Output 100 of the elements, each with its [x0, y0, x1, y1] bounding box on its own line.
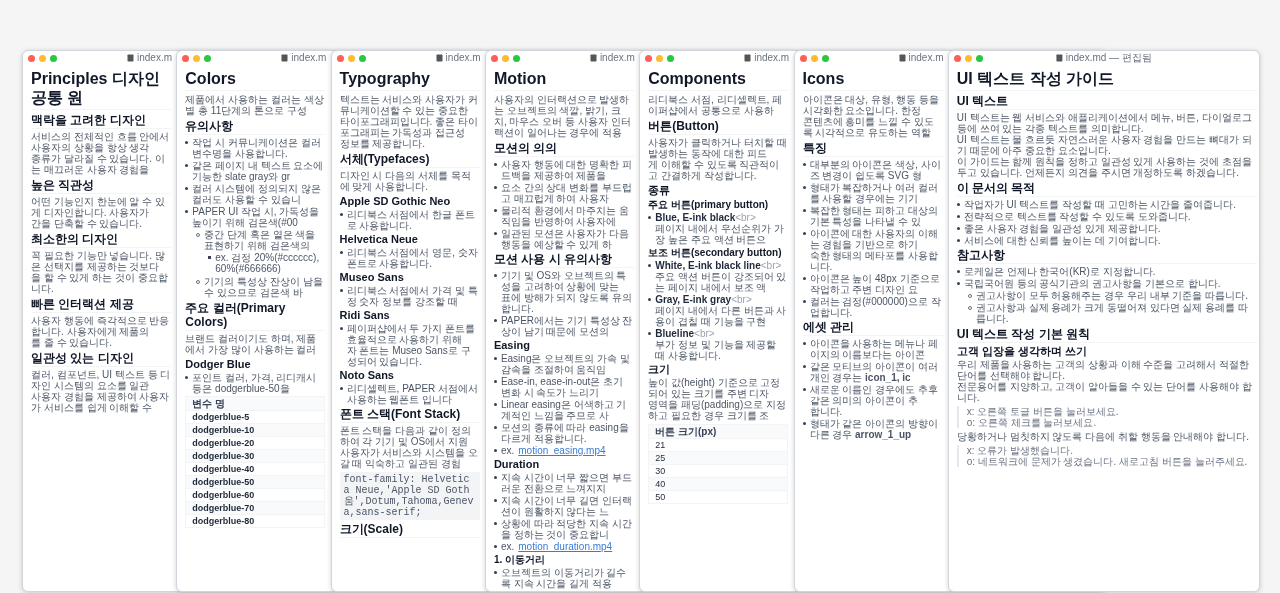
zoom-button[interactable]	[204, 54, 212, 62]
section-heading: UI 텍스트 작성 기본 원칙	[956, 327, 1257, 343]
table-cell: dodgerblue-5	[186, 410, 325, 423]
bullet-icon	[802, 422, 806, 425]
table-cell: 25	[649, 451, 788, 464]
bullet-icon	[802, 163, 806, 166]
list-item-text: PAPER에서는 기기 특성상 잔상이 남기 때문에 모션의	[500, 315, 634, 337]
close-button[interactable]	[799, 54, 807, 62]
zoom-button[interactable]	[821, 54, 829, 62]
close-button[interactable]	[336, 54, 344, 62]
list-item-text: Easing은 오브젝트의 가속 및 감속을 조절하여 움직임	[500, 353, 631, 375]
bullet-icon	[493, 545, 497, 548]
section-heading: 빠른 인터랙션 제공	[31, 297, 171, 313]
list-item-text: Blue, E-ink black<br> 페이지 내에서 우선순위가 가장 높은 주요 액션 버튼으	[655, 212, 785, 245]
bullet-icon	[493, 476, 497, 479]
subsection-heading: Apple SD Gothic Neo	[339, 195, 452, 208]
bullet-icon	[956, 203, 960, 206]
section-heading: 참고사항	[956, 248, 1257, 264]
window-title: index.m	[291, 52, 327, 64]
video-link[interactable]: motion_duration.mp4	[518, 541, 613, 552]
zoom-button[interactable]	[358, 54, 366, 62]
zoom-button[interactable]	[512, 54, 520, 62]
bullet-icon	[648, 332, 652, 335]
bullet-icon	[339, 289, 343, 292]
zoom-button[interactable]	[975, 54, 983, 62]
video-link[interactable]: motion_easing.mp4	[518, 445, 606, 456]
section-heading: 크기(Scale)	[339, 522, 480, 538]
minimize-button[interactable]	[39, 54, 46, 62]
bullet-icon	[493, 357, 497, 360]
list-item-text: 국립국어원 등의 공식기관의 권고사항을 기본으로 합니다.	[963, 278, 1222, 289]
paragraph: 컬러, 컴포넌트, UI 텍스트 등 디자인 시스템의 요소를 일관 사용자 경험을 제공하여 사용자가 서비스를 쉽게 이해할 수	[31, 369, 171, 413]
subsection-heading: Noto Sans	[339, 369, 395, 382]
close-button[interactable]	[182, 54, 190, 62]
list-item-text: 일관된 모션은 사용자가 다음 행동을 예상할 수 있게 하	[500, 228, 631, 250]
table-cell: 40	[649, 477, 788, 490]
subsection-heading: 1. 이동거리	[493, 554, 546, 566]
bullet-icon	[185, 210, 189, 213]
minimize-button[interactable]	[810, 54, 818, 62]
bullet-icon	[493, 163, 497, 166]
bullet-icon	[339, 327, 343, 330]
section-heading: 모션의 의의	[493, 141, 634, 157]
subsection-heading: 종류	[648, 184, 672, 197]
section-heading: 유의사항	[185, 119, 326, 135]
close-button[interactable]	[645, 54, 653, 62]
section-heading: 폰트 스택(Font Stack)	[339, 407, 480, 423]
list-item-text: 대부분의 아이콘은 색상, 사이즈 변경이 쉽도록 SVG 형	[809, 159, 942, 181]
zoom-button[interactable]	[50, 54, 57, 62]
bullet-icon	[493, 522, 497, 525]
bullet-icon	[493, 232, 497, 235]
section-heading: 맥락을 고려한 디자인	[31, 113, 171, 129]
bullet-icon	[185, 187, 189, 190]
table-cell: dodgerblue-50	[186, 475, 325, 488]
zoom-button[interactable]	[667, 54, 675, 62]
bullet-icon	[802, 209, 806, 212]
section-heading: 에셋 관리	[802, 320, 943, 336]
bullet-icon	[493, 449, 497, 452]
window-title: index.m	[445, 52, 481, 64]
bullet-icon	[493, 571, 497, 574]
list-item-text: 모션의 종류에 따라 easing을 다르게 적용합니다.	[500, 422, 630, 444]
minimize-button[interactable]	[347, 54, 355, 62]
bullet-icon	[493, 209, 497, 212]
paragraph: 서비스의 전체적인 흐름 안에서 사용자의 상황을 항상 생각 종류가 달라질 수 있습니다. 이는 매끄러운 사용자 경험을	[31, 131, 171, 175]
document-icon	[589, 54, 597, 62]
page-heading: Colors	[185, 69, 326, 91]
list-item-text: 형태가 같은 아이콘의 방향이 다른 경우 arrow_1_up	[809, 418, 939, 440]
list-item-text: 형태가 복잡하거나 여러 컬러를 사용할 경우에는 기기	[809, 182, 939, 204]
bullet-icon	[339, 387, 343, 390]
list-item-text: ex.	[500, 445, 515, 456]
close-button[interactable]	[28, 54, 35, 62]
window-title: index.m	[754, 52, 790, 64]
table-cell: dodgerblue-30	[186, 449, 325, 462]
list-item-text: 포인트 컬러, 가격, 리디캐시 등은 dodgerblue-50을	[192, 372, 318, 394]
paragraph: 아이콘은 대상, 유형, 행동 등을 시각화한 요소입니다. 한정 콘텐츠에 흥미를 느낄 수 있도록 시각적으로 유도하는 역할	[802, 94, 941, 138]
list-item-text: 지속 시간이 너무 길면 인터랙션이 원활하지 않다는 느	[500, 495, 633, 517]
minimize-button[interactable]	[193, 54, 201, 62]
bullet-icon	[339, 213, 343, 216]
list-item-text: 작업자가 UI 텍스트를 작성할 때 고민하는 시간을 줄여줍니다.	[963, 199, 1237, 210]
minimize-button[interactable]	[964, 54, 972, 62]
close-button[interactable]	[490, 54, 498, 62]
minimize-button[interactable]	[501, 54, 509, 62]
table-cell: dodgerblue-20	[186, 436, 325, 449]
list-item-text: 복잡한 형태는 피하고 대상의 기본 특성을 나타낼 수 있	[809, 205, 939, 227]
paragraph: 디자인 시 다음의 서체를 목적에 맞게 사용합니다.	[339, 170, 472, 192]
section-heading: 모션 사용 시 유의사항	[493, 252, 634, 268]
list-item-text: 오브젝트의 이동거리가 길수록 지속 시간을 길게 적용	[500, 567, 628, 589]
table-cell: 21	[649, 438, 788, 451]
quote-block: x: 오류가 발생했습니다. o: 네트워크에 문제가 생겼습니다. 새로고침 버튼을 눌러주세요.	[956, 445, 1257, 467]
bullet-icon	[956, 215, 960, 218]
table-header-cell: 변수 명	[186, 397, 325, 410]
paragraph: 높이 값(height) 기준으로 고정되어 있는 크기를 주변 디자 영역을 패딩(padding)으로 지정하고 필요한 경우 크기를 조	[648, 377, 787, 421]
close-button[interactable]	[953, 54, 961, 62]
table-cell: 30	[649, 464, 788, 477]
window-title: index.m	[908, 52, 944, 64]
page-heading: Components	[648, 69, 789, 91]
minimize-button[interactable]	[656, 54, 664, 62]
window-title: index.md — 편집됨	[1065, 52, 1152, 64]
paragraph: 리디북스 서점, 리디셀렉트, 페이퍼샵에서 공통으로 사용하	[648, 94, 784, 116]
document-icon	[127, 54, 134, 62]
subsection-heading: Dodger Blue	[185, 358, 252, 371]
list-item-text: 요소 간의 상대 변화를 부드럽고 매끄럽게 하여 사용자	[500, 182, 633, 204]
